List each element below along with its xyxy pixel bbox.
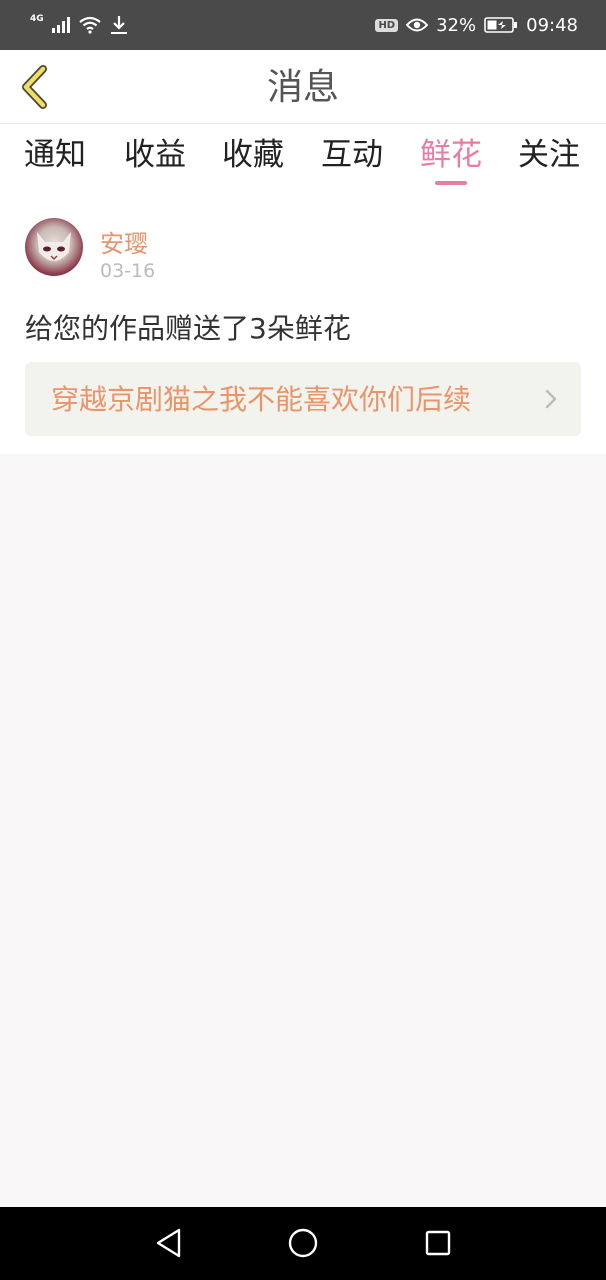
signal-icon: [51, 17, 70, 33]
nav-recents-button[interactable]: [420, 1225, 456, 1261]
tab-bar: 通知 收益 收藏 互动 鲜花 关注: [0, 124, 606, 194]
tab-interactions[interactable]: 互动: [321, 124, 383, 190]
book-link[interactable]: 穿越京剧猫之我不能喜欢你们后续: [25, 362, 581, 436]
home-circle-icon: [288, 1228, 318, 1258]
eye-icon: [406, 18, 429, 32]
recents-square-icon: [425, 1230, 451, 1256]
hd-badge: HD: [375, 18, 399, 32]
sender-username[interactable]: 安璎: [100, 224, 148, 259]
chevron-right-icon: [545, 389, 557, 409]
screen: 4G HD 32% 09:48 消息 通知 收益 收藏 互动 鲜花 关注 安璎 …: [0, 0, 606, 1280]
nav-home-button[interactable]: [285, 1225, 321, 1261]
tab-follows[interactable]: 关注: [518, 124, 580, 190]
battery-percent: 32%: [436, 14, 477, 36]
download-icon: [110, 16, 127, 34]
message-text: 给您的作品赠送了3朵鲜花: [25, 312, 351, 345]
page-title: 消息: [266, 67, 339, 108]
system-nav-bar: [0, 1207, 606, 1280]
back-triangle-icon: [156, 1228, 181, 1258]
tab-favorites[interactable]: 收藏: [222, 124, 284, 190]
tab-earnings[interactable]: 收益: [124, 124, 186, 190]
message-date: 03-16: [100, 260, 156, 282]
message-card: 安璎 03-16 给您的作品赠送了3朵鲜花 穿越京剧猫之我不能喜欢你们后续: [0, 194, 606, 454]
header: 消息: [0, 50, 606, 124]
wifi-icon: [78, 16, 101, 34]
network-label: 4G: [30, 14, 44, 24]
avatar[interactable]: [25, 218, 83, 276]
tab-notifications[interactable]: 通知: [24, 124, 86, 190]
clock: 09:48: [526, 14, 578, 36]
battery-icon: [484, 17, 518, 33]
active-tab-indicator: [435, 181, 467, 185]
status-left: 4G: [30, 14, 128, 35]
status-bar: 4G HD 32% 09:48: [0, 0, 606, 50]
avatar-image: [37, 232, 71, 261]
nav-back-button[interactable]: [150, 1225, 186, 1261]
status-right: HD 32% 09:48: [375, 15, 578, 36]
book-title: 穿越京剧猫之我不能喜欢你们后续: [51, 383, 472, 416]
